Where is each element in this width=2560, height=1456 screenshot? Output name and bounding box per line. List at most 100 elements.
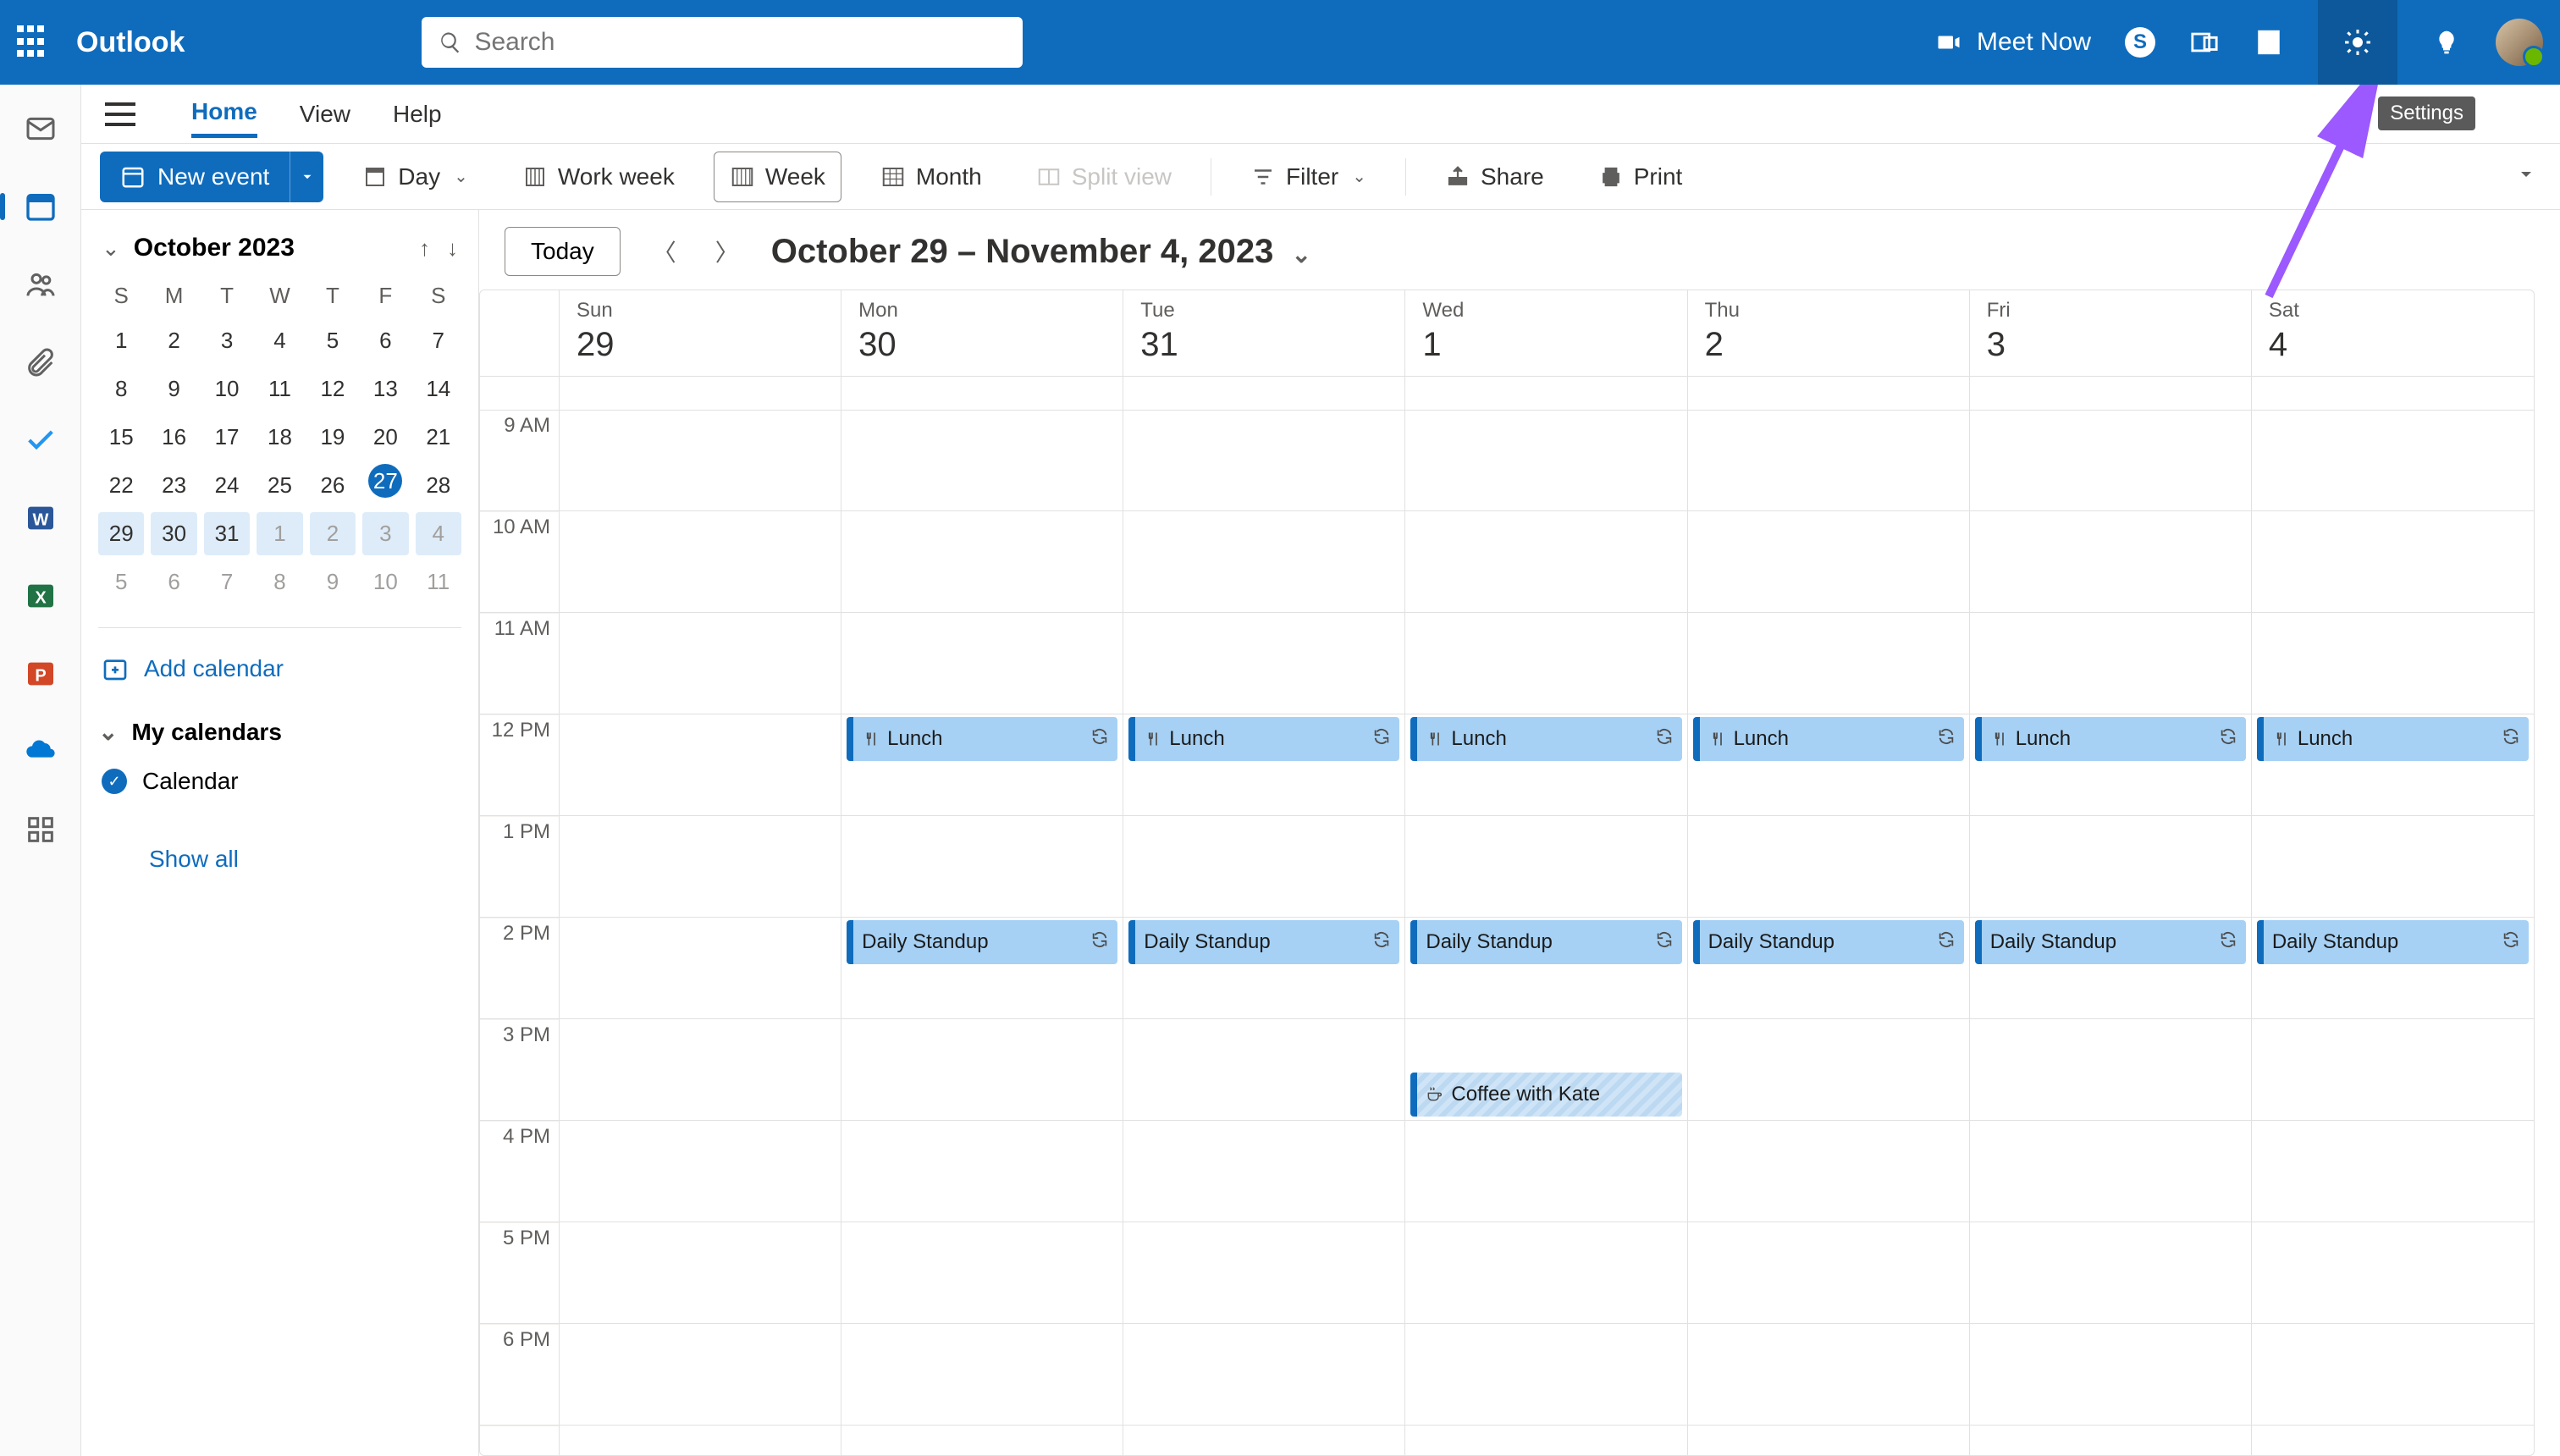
tab-home[interactable]: Home — [191, 90, 257, 138]
mini-day[interactable]: 7 — [204, 560, 250, 604]
day-column[interactable]: Lunch Daily Standup — [1688, 411, 1970, 1455]
mini-day[interactable]: 7 — [416, 319, 461, 362]
event-coffee[interactable]: Coffee with Kate — [1410, 1073, 1681, 1117]
people-rail-icon[interactable] — [22, 266, 59, 303]
mini-day[interactable]: 10 — [204, 367, 250, 411]
mini-day[interactable]: 25 — [257, 464, 302, 507]
weekday-header[interactable]: Sun29 — [560, 290, 841, 376]
mail-rail-icon[interactable] — [22, 110, 59, 147]
mini-day[interactable]: 17 — [204, 416, 250, 459]
tips-icon[interactable] — [2431, 27, 2462, 58]
mini-day[interactable]: 1 — [98, 319, 144, 362]
event-standup[interactable]: Daily Standup — [1410, 920, 1681, 964]
day-column[interactable]: Lunch Daily Standup — [2252, 411, 2534, 1455]
print-button[interactable]: Print — [1583, 152, 1698, 202]
workweek-view-button[interactable]: Work week — [507, 152, 690, 202]
settings-button[interactable] — [2318, 0, 2397, 85]
mini-next-month[interactable]: ↓ — [447, 235, 458, 262]
mini-day[interactable]: 21 — [416, 416, 461, 459]
mini-day[interactable]: 2 — [151, 319, 196, 362]
mini-day[interactable]: 27 — [368, 464, 402, 498]
teams-icon[interactable] — [2189, 27, 2220, 58]
powerpoint-rail-icon[interactable]: P — [22, 655, 59, 692]
date-range-heading[interactable]: October 29 – November 4, 2023 ⌄ — [771, 233, 1311, 271]
event-lunch[interactable]: Lunch — [1128, 717, 1399, 761]
search-input[interactable] — [474, 28, 1006, 57]
mini-prev-month[interactable]: ↑ — [419, 235, 430, 262]
day-column[interactable] — [560, 411, 841, 1455]
mini-day[interactable]: 28 — [416, 464, 461, 507]
event-lunch[interactable]: Lunch — [1693, 717, 1964, 761]
day-column[interactable]: Lunch Daily Standup — [841, 411, 1123, 1455]
mini-day[interactable]: 22 — [98, 464, 144, 507]
search-box[interactable] — [422, 17, 1023, 68]
my-calendars-toggle[interactable]: ⌄ My calendars — [98, 718, 461, 746]
chevron-down-icon[interactable]: ⌄ — [102, 235, 120, 262]
event-standup[interactable]: Daily Standup — [1693, 920, 1964, 964]
day-view-button[interactable]: Day⌄ — [347, 152, 483, 202]
mini-day[interactable]: 31 — [204, 512, 250, 555]
mini-day[interactable]: 30 — [151, 512, 196, 555]
tab-help[interactable]: Help — [393, 92, 442, 136]
meet-now-button[interactable]: Meet Now — [1936, 28, 2091, 57]
event-lunch[interactable]: Lunch — [2257, 717, 2529, 761]
mini-day[interactable]: 9 — [310, 560, 356, 604]
nav-toggle[interactable] — [105, 102, 135, 126]
mini-day[interactable]: 24 — [204, 464, 250, 507]
day-column[interactable]: Lunch Daily Standup — [1123, 411, 1405, 1455]
mini-day[interactable]: 6 — [151, 560, 196, 604]
mini-day[interactable]: 5 — [98, 560, 144, 604]
new-event-caret[interactable] — [290, 152, 323, 202]
filter-button[interactable]: Filter⌄ — [1235, 152, 1382, 202]
calendar-list-item[interactable]: ✓ Calendar — [98, 768, 461, 795]
weekday-header[interactable]: Mon30 — [841, 290, 1123, 376]
day-column[interactable]: Lunch Daily Standup Coffee with Kate — [1405, 411, 1687, 1455]
mini-day[interactable]: 13 — [362, 367, 408, 411]
event-standup[interactable]: Daily Standup — [847, 920, 1117, 964]
add-calendar-button[interactable]: Add calendar — [98, 652, 461, 686]
mini-day[interactable]: 3 — [362, 512, 408, 555]
mini-day[interactable]: 10 — [362, 560, 408, 604]
month-view-button[interactable]: Month — [865, 152, 997, 202]
excel-rail-icon[interactable]: X — [22, 577, 59, 615]
next-week-button[interactable]: 〉 — [709, 234, 746, 268]
files-rail-icon[interactable] — [22, 344, 59, 381]
notes-icon[interactable] — [2254, 27, 2284, 58]
mini-day[interactable]: 11 — [416, 560, 461, 604]
event-lunch[interactable]: Lunch — [1410, 717, 1681, 761]
tab-view[interactable]: View — [300, 92, 350, 136]
today-button[interactable]: Today — [505, 227, 621, 276]
prev-week-button[interactable]: 〈 — [646, 234, 683, 268]
mini-day[interactable]: 15 — [98, 416, 144, 459]
onedrive-rail-icon[interactable] — [22, 733, 59, 770]
mini-day[interactable]: 4 — [416, 512, 461, 555]
mini-day[interactable]: 8 — [257, 560, 302, 604]
new-event-button[interactable]: New event — [100, 152, 290, 202]
weekday-header[interactable]: Wed1 — [1405, 290, 1687, 376]
more-apps-rail-icon[interactable] — [22, 811, 59, 848]
todo-rail-icon[interactable] — [22, 422, 59, 459]
mini-day[interactable]: 4 — [257, 319, 302, 362]
event-standup[interactable]: Daily Standup — [1128, 920, 1399, 964]
mini-day[interactable]: 1 — [257, 512, 302, 555]
weekday-header[interactable]: Sat4 — [2252, 290, 2534, 376]
calendar-checkbox-icon[interactable]: ✓ — [102, 769, 127, 794]
week-view-button[interactable]: Week — [714, 152, 841, 202]
account-avatar[interactable] — [2496, 19, 2543, 66]
skype-icon[interactable]: S — [2125, 27, 2155, 58]
word-rail-icon[interactable]: W — [22, 499, 59, 537]
mini-day[interactable]: 3 — [204, 319, 250, 362]
mini-day[interactable]: 5 — [310, 319, 356, 362]
mini-day[interactable]: 18 — [257, 416, 302, 459]
event-standup[interactable]: Daily Standup — [1975, 920, 2246, 964]
mini-day[interactable]: 29 — [98, 512, 144, 555]
event-standup[interactable]: Daily Standup — [2257, 920, 2529, 964]
event-lunch[interactable]: Lunch — [1975, 717, 2246, 761]
mini-day[interactable]: 20 — [362, 416, 408, 459]
calendar-rail-icon[interactable] — [22, 188, 59, 225]
mini-day[interactable]: 9 — [151, 367, 196, 411]
weekday-header[interactable]: Thu2 — [1688, 290, 1970, 376]
event-lunch[interactable]: Lunch — [847, 717, 1117, 761]
mini-day[interactable]: 12 — [310, 367, 356, 411]
day-column[interactable]: Lunch Daily Standup — [1970, 411, 2252, 1455]
